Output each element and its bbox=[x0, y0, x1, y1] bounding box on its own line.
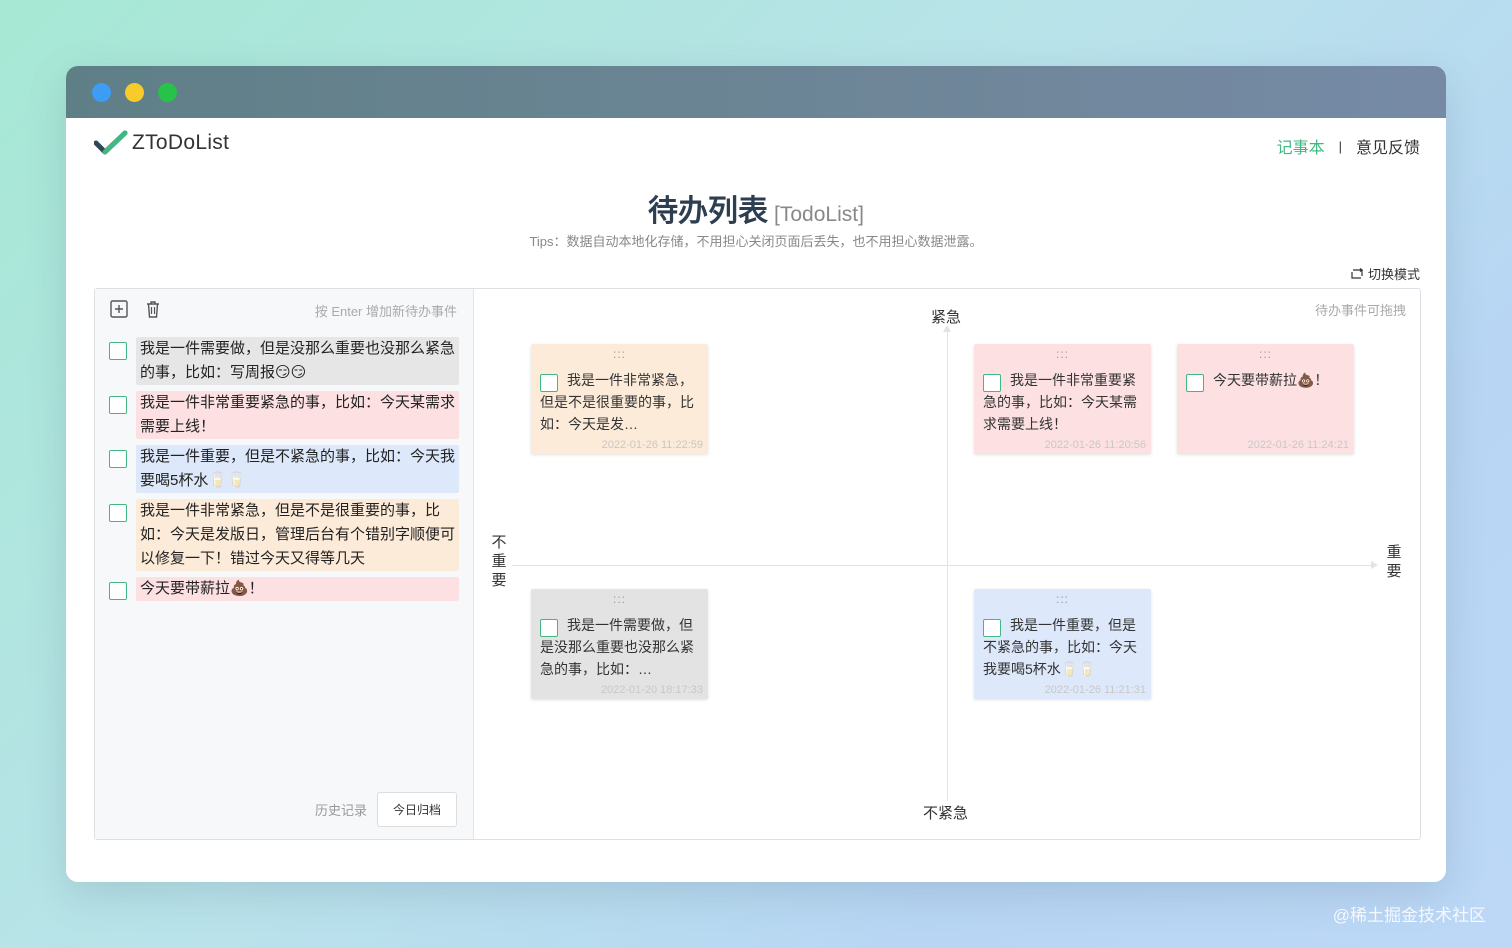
page-title-main: 待办列表 bbox=[648, 195, 769, 228]
app-name: ZToDoList bbox=[132, 131, 230, 154]
list-toolbar bbox=[109, 299, 163, 319]
list-item: 今天要带薪拉💩！ bbox=[109, 577, 459, 601]
app-window: ZToDoList 记事本 | 意见反馈 待办列表 [TodoList] Tips… bbox=[66, 66, 1446, 882]
tips-text: Tips：数据自动本地化存储，不用担心关闭页面后丢失，也不用担心数据泄露。 bbox=[529, 234, 983, 249]
priority-matrix: 待办事件可拖拽 紧急 不紧急 不重要 重要 ::: 我是一件非常紧急，但是不是很… bbox=[474, 289, 1420, 839]
todo-card[interactable]: ::: 我是一件需要做，但是没那么重要也没那么紧急的事，比如：… 2022-01… bbox=[531, 589, 708, 699]
card-date: 2022-01-26 11:21:31 bbox=[1044, 684, 1146, 696]
todo-checkbox[interactable] bbox=[109, 342, 127, 360]
drag-handle-icon[interactable]: ::: bbox=[974, 593, 1151, 605]
list-footer: 历史记录 今日归档 bbox=[315, 792, 457, 827]
list-item: 我是一件重要，但是不紧急的事，比如：今天我要喝5杯水🥛🥛 bbox=[109, 445, 459, 493]
todo-checkbox[interactable] bbox=[109, 396, 127, 414]
nav-feedback-link[interactable]: 意见反馈 bbox=[1356, 134, 1420, 158]
todo-checkbox[interactable] bbox=[109, 450, 127, 468]
page-title-sub: [TodoList] bbox=[774, 203, 864, 226]
page-title: 待办列表 [TodoList] bbox=[66, 186, 1446, 230]
todo-text[interactable]: 今天要带薪拉💩！ bbox=[136, 577, 459, 601]
todo-list: 我是一件需要做，但是没那么重要也没那么紧急的事，比如：写周报😏😏 我是一件非常重… bbox=[109, 337, 459, 607]
card-text: 我是一件重要，但是不紧急的事，比如：今天我要喝5杯水🥛🥛 bbox=[983, 617, 1137, 677]
card-date: 2022-01-26 11:22:59 bbox=[601, 439, 703, 451]
top-bar: ZToDoList 记事本 | 意见反馈 bbox=[66, 118, 1446, 170]
axis-label-not-urgent: 不紧急 bbox=[923, 805, 969, 822]
archive-today-button[interactable]: 今日归档 bbox=[376, 792, 457, 827]
axis-label-urgent: 紧急 bbox=[931, 309, 962, 326]
todo-text[interactable]: 我是一件重要，但是不紧急的事，比如：今天我要喝5杯水🥛🥛 bbox=[136, 445, 459, 493]
todo-text[interactable]: 我是一件非常重要紧急的事，比如：今天某需求需要上线！ bbox=[136, 391, 459, 439]
drag-handle-icon[interactable]: ::: bbox=[974, 348, 1151, 360]
logo[interactable]: ZToDoList bbox=[94, 130, 229, 156]
todo-card[interactable]: ::: 我是一件重要，但是不紧急的事，比如：今天我要喝5杯水🥛🥛 2022-01… bbox=[974, 589, 1151, 699]
drag-handle-icon[interactable]: ::: bbox=[531, 593, 708, 605]
todo-checkbox[interactable] bbox=[109, 504, 127, 522]
card-date: 2022-01-20 18:17:33 bbox=[600, 684, 703, 696]
list-item: 我是一件需要做，但是没那么重要也没那么紧急的事，比如：写周报😏😏 bbox=[109, 337, 459, 385]
checkmark-logo-icon bbox=[94, 130, 128, 155]
watermark: @稀土掘金技术社区 bbox=[1332, 906, 1486, 925]
card-text: 我是一件非常紧急，但是不是很重要的事，比如：今天是发… bbox=[540, 372, 694, 432]
urgency-axis bbox=[943, 325, 951, 801]
card-date: 2022-01-26 11:20:56 bbox=[1044, 439, 1146, 451]
nav-separator: | bbox=[1338, 138, 1342, 154]
window-close-button[interactable] bbox=[92, 83, 111, 102]
todo-board: 按 Enter 增加新待办事件 我是一件需要做，但是没那么重要也没那么紧急的事，… bbox=[94, 288, 1421, 840]
card-text: 今天要带薪拉💩！ bbox=[1213, 372, 1329, 388]
window-titlebar bbox=[66, 66, 1446, 118]
switch-mode-label: 切换模式 bbox=[1367, 267, 1420, 282]
history-link[interactable]: 历史记录 bbox=[315, 800, 367, 819]
todo-card[interactable]: ::: 我是一件非常紧急，但是不是很重要的事，比如：今天是发… 2022-01-… bbox=[531, 344, 708, 454]
new-todo-input-hint[interactable]: 按 Enter 增加新待办事件 bbox=[315, 301, 457, 320]
switch-icon bbox=[1351, 267, 1363, 279]
todo-checkbox[interactable] bbox=[109, 582, 127, 600]
list-item: 我是一件非常重要紧急的事，比如：今天某需求需要上线！ bbox=[109, 391, 459, 439]
switch-mode-button[interactable]: 切换模式 bbox=[1350, 264, 1420, 283]
nav-notebook-link[interactable]: 记事本 bbox=[1277, 134, 1325, 158]
drag-handle-icon[interactable]: ::: bbox=[531, 348, 708, 360]
list-item: 我是一件非常紧急，但是不是很重要的事，比如：今天是发版日，管理后台有个错别字顺便… bbox=[109, 499, 459, 571]
axis-label-important: 重要 bbox=[1386, 544, 1402, 580]
todo-text[interactable]: 我是一件需要做，但是没那么重要也没那么紧急的事，比如：写周报😏😏 bbox=[136, 337, 459, 385]
add-todo-icon[interactable] bbox=[109, 299, 129, 319]
todo-list-panel: 按 Enter 增加新待办事件 我是一件需要做，但是没那么重要也没那么紧急的事，… bbox=[95, 289, 474, 839]
drag-hint: 待办事件可拖拽 bbox=[1314, 303, 1406, 318]
window-maximize-button[interactable] bbox=[158, 83, 177, 102]
card-date: 2022-01-26 11:24:21 bbox=[1247, 439, 1349, 451]
window-minimize-button[interactable] bbox=[125, 83, 144, 102]
importance-axis bbox=[512, 561, 1378, 569]
card-text: 我是一件非常重要紧急的事，比如：今天某需求需要上线！ bbox=[983, 372, 1137, 432]
card-text: 我是一件需要做，但是没那么重要也没那么紧急的事，比如：… bbox=[540, 617, 694, 677]
top-nav: 记事本 | 意见反馈 bbox=[1277, 134, 1420, 158]
todo-card[interactable]: ::: 我是一件非常重要紧急的事，比如：今天某需求需要上线！ 2022-01-2… bbox=[974, 344, 1151, 454]
todo-card[interactable]: ::: 今天要带薪拉💩！ 2022-01-26 11:24:21 bbox=[1177, 344, 1354, 454]
trash-icon[interactable] bbox=[143, 299, 163, 319]
drag-handle-icon[interactable]: ::: bbox=[1177, 348, 1354, 360]
todo-text[interactable]: 我是一件非常紧急，但是不是很重要的事，比如：今天是发版日，管理后台有个错别字顺便… bbox=[136, 499, 459, 571]
axis-label-not-important: 不重要 bbox=[491, 534, 507, 589]
